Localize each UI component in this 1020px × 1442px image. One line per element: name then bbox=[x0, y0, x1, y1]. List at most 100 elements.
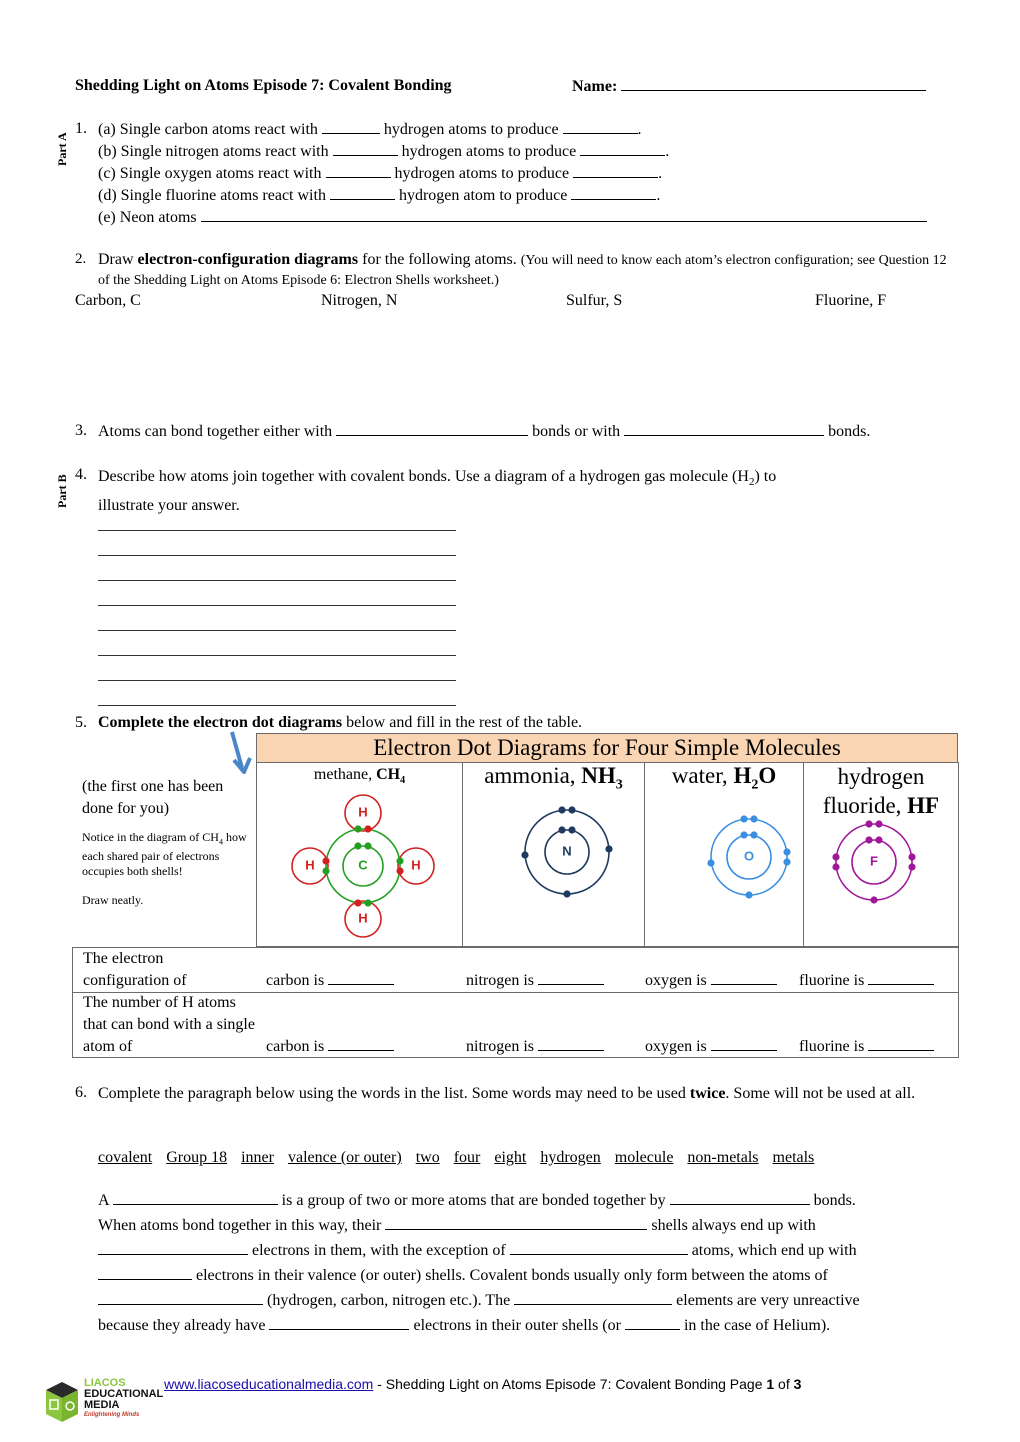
q3-blank1[interactable] bbox=[336, 421, 529, 436]
q1b-blank1[interactable] bbox=[332, 141, 398, 156]
footer-title: - Shedding Light on Atoms Episode 7: Cov… bbox=[373, 1376, 767, 1392]
config-fluorine[interactable]: fluorine is bbox=[799, 970, 935, 991]
para-blank[interactable] bbox=[269, 1315, 410, 1330]
para-seg: electrons in them, with the exception of bbox=[252, 1242, 506, 1259]
para-blank[interactable] bbox=[669, 1190, 810, 1205]
methane-formula: CH bbox=[376, 766, 401, 783]
config-fluorine-blank[interactable] bbox=[868, 970, 935, 985]
atom-symbol: C bbox=[358, 858, 368, 873]
q1a-blank1[interactable] bbox=[321, 119, 380, 134]
molecule-row: methane, CH4 CHHHH ammonia, NH3 N water,… bbox=[256, 762, 959, 950]
electron-dot bbox=[558, 825, 566, 834]
q1b-blank2[interactable] bbox=[580, 141, 666, 156]
answer-line[interactable] bbox=[98, 580, 456, 581]
electron-dot bbox=[568, 825, 576, 834]
answer-line[interactable] bbox=[98, 530, 456, 531]
para-blank[interactable] bbox=[385, 1215, 648, 1230]
config-fluorine-label: fluorine is bbox=[799, 972, 865, 989]
para-blank[interactable] bbox=[98, 1265, 192, 1280]
website-link[interactable]: www.liacoseducationalmedia.com bbox=[164, 1376, 373, 1392]
hbond-carbon-blank[interactable] bbox=[328, 1036, 395, 1051]
electron-dot bbox=[364, 825, 372, 833]
para-blank[interactable] bbox=[98, 1240, 248, 1255]
q1c-blank1[interactable] bbox=[325, 163, 391, 178]
cell-ammonia: ammonia, NH3 N bbox=[462, 762, 645, 947]
q1c-end: . bbox=[658, 165, 663, 182]
para-seg: in the case of Helium). bbox=[683, 1317, 831, 1334]
electron-dot bbox=[707, 858, 715, 867]
electron-dot bbox=[354, 825, 362, 833]
water-diagram[interactable]: O bbox=[645, 800, 803, 950]
para-blank[interactable] bbox=[98, 1290, 263, 1305]
name-blank[interactable] bbox=[621, 76, 927, 91]
para-blank[interactable] bbox=[112, 1190, 278, 1205]
q1d-blank1[interactable] bbox=[329, 185, 395, 200]
q5-side-notes: (the first one has been done for you) No… bbox=[82, 776, 252, 908]
q1d-text: (d) Single fluorine atoms react with bbox=[98, 187, 326, 204]
hbond-oxygen-blank[interactable] bbox=[710, 1036, 777, 1051]
q1e-blank[interactable] bbox=[200, 207, 927, 222]
para-line-3: electrons in them, with the exception of… bbox=[98, 1238, 958, 1263]
electron-dot bbox=[740, 830, 748, 839]
answer-line[interactable] bbox=[98, 655, 456, 656]
methane-name: methane, bbox=[313, 766, 377, 783]
q6-paragraph: A is a group of two or more atoms that a… bbox=[98, 1188, 958, 1338]
config-nitrogen-blank[interactable] bbox=[538, 970, 604, 985]
para-blank[interactable] bbox=[509, 1240, 688, 1255]
electron-dot bbox=[875, 836, 883, 844]
q3-blank2[interactable] bbox=[624, 421, 825, 436]
atom-carbon: Carbon, C bbox=[75, 292, 141, 309]
electron-dot bbox=[783, 847, 791, 856]
electron-dot bbox=[396, 867, 404, 875]
para-line-5: (hydrogen, carbon, nitrogen etc.). The e… bbox=[98, 1288, 958, 1313]
config-oxygen[interactable]: oxygen is bbox=[645, 970, 777, 991]
config-oxygen-blank[interactable] bbox=[710, 970, 777, 985]
config-carbon-blank[interactable] bbox=[328, 970, 395, 985]
para-seg: When atoms bond together in this way, th… bbox=[98, 1217, 382, 1234]
q1c-blank2[interactable] bbox=[573, 163, 659, 178]
q5-bold: Complete the electron dot diagrams bbox=[98, 714, 343, 731]
q1a-text: (a) Single carbon atoms react with bbox=[98, 121, 318, 138]
q1a-blank2[interactable] bbox=[562, 119, 638, 134]
hf-formula: HF bbox=[907, 793, 940, 818]
answer-line[interactable] bbox=[98, 555, 456, 556]
name-field[interactable]: Name: bbox=[572, 76, 927, 97]
hbond-nitrogen[interactable]: nitrogen is bbox=[466, 1036, 604, 1057]
ammonia-diagram[interactable]: N bbox=[463, 800, 644, 950]
q1d-blank2[interactable] bbox=[571, 185, 657, 200]
answer-line[interactable] bbox=[98, 605, 456, 606]
q4-line2: illustrate your answer. bbox=[98, 497, 240, 515]
logo: LIACOS EDUCATIONAL MEDIA Enlightening Mi… bbox=[44, 1378, 174, 1428]
q2-post: for the following atoms. bbox=[358, 251, 517, 268]
answer-line[interactable] bbox=[98, 680, 456, 681]
q6-text: Complete the paragraph below using the w… bbox=[98, 1083, 948, 1105]
hbond-fluorine[interactable]: fluorine is bbox=[799, 1036, 935, 1057]
hf-title: hydrogen fluoride, HF bbox=[804, 762, 958, 820]
para-blank[interactable] bbox=[624, 1315, 680, 1330]
hf-diagram[interactable]: F bbox=[804, 820, 958, 930]
answer-line[interactable] bbox=[98, 705, 456, 706]
config-nitrogen[interactable]: nitrogen is bbox=[466, 970, 604, 991]
q1-item-b: (b) Single nitrogen atoms react with hyd… bbox=[98, 141, 958, 163]
para-blank[interactable] bbox=[514, 1290, 673, 1305]
answer-line[interactable] bbox=[98, 630, 456, 631]
q1-item-d: (d) Single fluorine atoms react with hyd… bbox=[98, 185, 958, 207]
q1c-mid: hydrogen atoms to produce bbox=[394, 165, 570, 182]
q1b-end: . bbox=[665, 143, 670, 160]
ammonia-title: ammonia, NH3 bbox=[463, 762, 644, 800]
q2-pre: Draw bbox=[98, 251, 138, 268]
electron-dot bbox=[745, 890, 753, 899]
config-carbon[interactable]: carbon is bbox=[266, 970, 395, 991]
hbond-carbon[interactable]: carbon is bbox=[266, 1036, 395, 1057]
hbond-nitrogen-blank[interactable] bbox=[538, 1036, 604, 1051]
atom-sulfur: Sulfur, S bbox=[566, 292, 623, 309]
hbond-oxygen[interactable]: oxygen is bbox=[645, 1036, 777, 1057]
electron-dot bbox=[568, 805, 576, 814]
title-text: Shedding Light on Atoms Episode 7: Coval… bbox=[75, 77, 452, 94]
hbond-fluorine-blank[interactable] bbox=[868, 1036, 935, 1051]
atom-symbol: H bbox=[358, 911, 367, 926]
q6-number: 6. bbox=[75, 1084, 87, 1101]
water-formula2: O bbox=[758, 763, 777, 788]
q1-item-e: (e) Neon atoms bbox=[98, 207, 958, 229]
logo-cube-icon bbox=[46, 1382, 78, 1422]
